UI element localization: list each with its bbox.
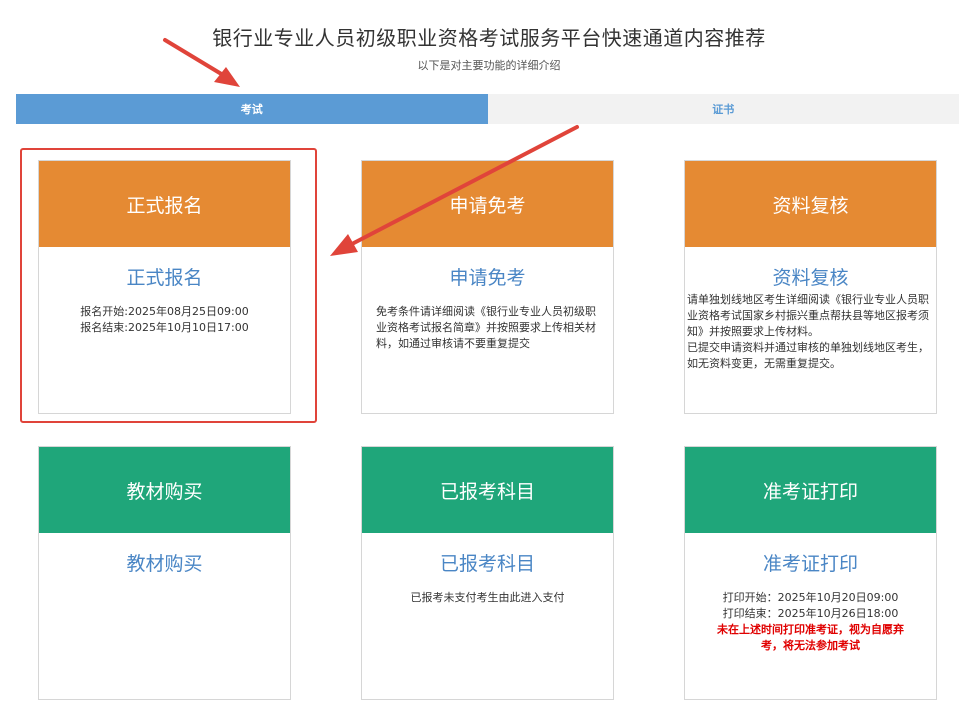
review-note-2: 已提交申请资料并通过审核的单独划线地区考生，如无资料变更，无需重复提交。 bbox=[687, 341, 929, 370]
card-header: 资料复核 bbox=[685, 161, 936, 247]
card-body: 打印开始：2025年10月20日09:00 打印结束：2025年10月26日18… bbox=[685, 590, 936, 654]
card-link[interactable]: 资料复核 bbox=[685, 263, 936, 290]
tab-exam[interactable]: 考试 bbox=[16, 94, 488, 124]
card-textbook-purchase[interactable]: 教材购买 教材购买 bbox=[38, 446, 291, 700]
highlight-box bbox=[20, 148, 317, 423]
card-link[interactable]: 准考证打印 bbox=[685, 549, 936, 576]
card-header: 准考证打印 bbox=[685, 447, 936, 533]
card-link[interactable]: 申请免考 bbox=[362, 263, 613, 290]
card-exemption[interactable]: 申请免考 申请免考 免考条件请详细阅读《银行业专业人员初级职业资格考试报名简章》… bbox=[361, 160, 614, 414]
page-title: 银行业专业人员初级职业资格考试服务平台快速通道内容推荐 bbox=[212, 26, 766, 50]
page-subtitle: 以下是对主要功能的详细介绍 bbox=[417, 59, 561, 72]
print-start: 打印开始：2025年10月20日09:00 bbox=[722, 591, 899, 604]
page: 银行业专业人员初级职业资格考试服务平台快速通道内容推荐 以下是对主要功能的详细介… bbox=[0, 0, 978, 723]
card-link[interactable]: 教材购买 bbox=[39, 549, 290, 576]
card-link[interactable]: 已报考科目 bbox=[362, 549, 613, 576]
card-body: 已报考未支付考生由此进入支付 bbox=[410, 591, 565, 604]
review-note-1: 请单独划线地区考生详细阅读《银行业专业人员职业资格考试国家乡村振兴重点帮扶县等地… bbox=[687, 293, 929, 338]
print-end: 打印结束：2025年10月26日18:00 bbox=[722, 607, 899, 620]
card-header: 申请免考 bbox=[362, 161, 613, 247]
card-registered-subjects[interactable]: 已报考科目 已报考科目 已报考未支付考生由此进入支付 bbox=[361, 446, 614, 700]
tab-certificate[interactable]: 证书 bbox=[487, 94, 959, 124]
tab-bar: 考试 证书 bbox=[16, 94, 959, 124]
warning-text: 未在上述时间打印准考证，视为自愿弃考，将无法参加考试 bbox=[717, 623, 904, 652]
card-admission-ticket-print[interactable]: 准考证打印 准考证打印 打印开始：2025年10月20日09:00 打印结束：2… bbox=[684, 446, 937, 700]
card-header: 教材购买 bbox=[39, 447, 290, 533]
card-body: 请单独划线地区考生详细阅读《银行业专业人员职业资格考试国家乡村振兴重点帮扶县等地… bbox=[685, 292, 936, 372]
card-body: 免考条件请详细阅读《银行业专业人员初级职业资格考试报名简章》并按照要求上传相关材… bbox=[376, 305, 596, 350]
card-document-review[interactable]: 资料复核 资料复核 请单独划线地区考生详细阅读《银行业专业人员职业资格考试国家乡… bbox=[684, 160, 937, 414]
header: 银行业专业人员初级职业资格考试服务平台快速通道内容推荐 以下是对主要功能的详细介… bbox=[0, 22, 978, 73]
card-header: 已报考科目 bbox=[362, 447, 613, 533]
